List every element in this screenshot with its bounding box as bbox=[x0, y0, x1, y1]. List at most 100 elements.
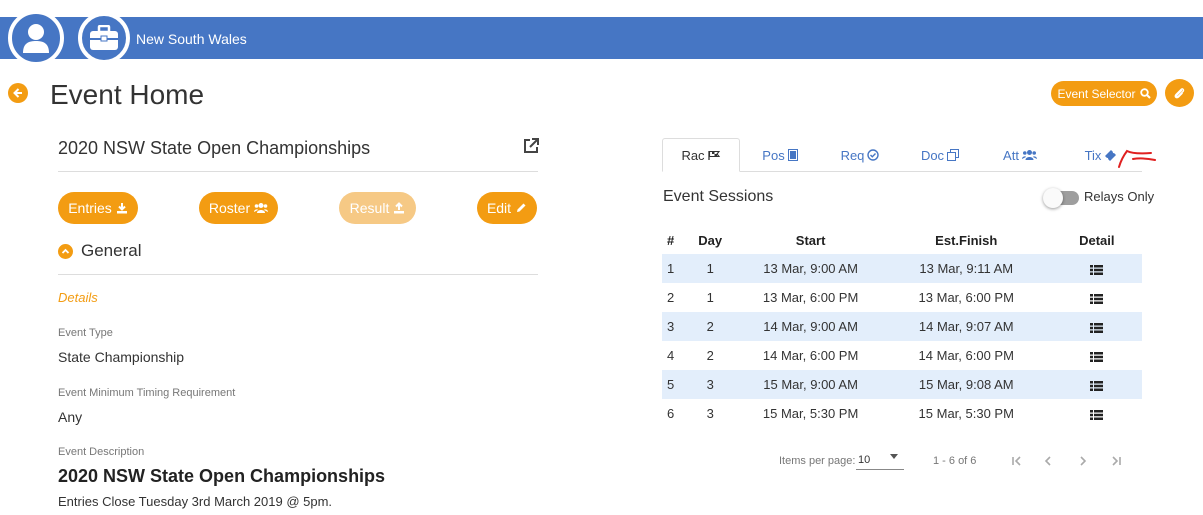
edit-button[interactable]: Edit bbox=[477, 192, 537, 224]
general-heading: General bbox=[81, 241, 142, 260]
items-per-page-label: Items per page: bbox=[779, 455, 856, 467]
first-page-icon bbox=[1012, 456, 1021, 466]
session-finish: 13 Mar, 9:11 AM bbox=[880, 254, 1052, 283]
table-row: 4 2 14 Mar, 6:00 PM 14 Mar, 6:00 PM bbox=[662, 341, 1142, 370]
caret-down-icon bbox=[890, 454, 898, 459]
next-page-button[interactable] bbox=[1075, 452, 1091, 470]
session-finish: 15 Mar, 5:30 PM bbox=[918, 406, 1014, 421]
attachments-button[interactable] bbox=[1165, 79, 1194, 107]
session-number: 6 bbox=[667, 406, 675, 421]
tab-label: Doc bbox=[920, 147, 945, 163]
detail-cell bbox=[1051, 312, 1142, 341]
tab-requirements[interactable]: Req bbox=[820, 138, 900, 172]
detail-cell bbox=[1052, 341, 1142, 370]
session-start: 14 Mar, 9:00 AM bbox=[740, 312, 881, 341]
event-name: 2020 NSW State Open Championships bbox=[58, 138, 371, 158]
event-tabs: Rac Pos Req Doc Att Tix bbox=[662, 138, 1142, 172]
session-day: 1 bbox=[706, 290, 714, 305]
toggle-knob bbox=[1043, 188, 1063, 208]
event-selector-button[interactable]: Event Selector bbox=[1051, 81, 1157, 106]
session-finish: 13 Mar, 6:00 PM bbox=[918, 290, 1014, 305]
event-type-label: Event Type bbox=[58, 327, 113, 339]
detail-cell bbox=[1051, 370, 1142, 399]
table-row: 3 2 14 Mar, 9:00 AM 14 Mar, 9:07 AM bbox=[662, 312, 1142, 341]
session-start: 15 Mar, 5:30 PM bbox=[762, 406, 859, 421]
list-icon[interactable] bbox=[1090, 351, 1104, 362]
org-name[interactable]: New South Wales bbox=[136, 31, 247, 47]
user-icon bbox=[23, 24, 49, 53]
result-button[interactable]: Result bbox=[339, 192, 416, 224]
sessions-heading: Event Sessions bbox=[663, 188, 774, 205]
chevron-right-icon bbox=[1080, 456, 1087, 466]
detail-cell bbox=[1052, 399, 1142, 428]
session-day: 2 bbox=[706, 348, 714, 363]
column-header: Start bbox=[795, 233, 826, 248]
roster-label: Roster bbox=[208, 200, 251, 216]
previous-page-button[interactable] bbox=[1040, 452, 1056, 470]
table-row: 5 3 15 Mar, 9:00 AM 15 Mar, 9:08 AM bbox=[662, 370, 1142, 399]
back-button[interactable] bbox=[8, 83, 28, 103]
list-icon[interactable] bbox=[1090, 322, 1104, 333]
session-start: 15 Mar, 9:00 AM bbox=[740, 370, 881, 399]
column-header: Day bbox=[698, 233, 723, 248]
list-icon[interactable] bbox=[1090, 409, 1104, 420]
items-per-page-select[interactable]: 10 bbox=[856, 450, 904, 470]
first-page-button[interactable] bbox=[1009, 452, 1025, 470]
result-label: Result bbox=[349, 200, 390, 216]
tab-label: Pos bbox=[762, 147, 785, 163]
paperclip-icon bbox=[1174, 87, 1185, 98]
user-avatar-button[interactable] bbox=[8, 10, 64, 66]
general-section-toggle[interactable]: General bbox=[58, 241, 141, 261]
divider bbox=[58, 274, 538, 275]
detail-cell bbox=[1051, 254, 1142, 283]
tab-label: Tix bbox=[1084, 147, 1102, 163]
page-title: Event Home bbox=[50, 79, 205, 110]
description-label: Event Description bbox=[58, 446, 145, 458]
session-finish: 14 Mar, 6:00 PM bbox=[918, 348, 1014, 363]
list-icon[interactable] bbox=[1090, 264, 1104, 275]
session-number: 4 bbox=[667, 348, 675, 363]
pencil-icon bbox=[517, 203, 526, 212]
briefcase-icon bbox=[90, 25, 118, 50]
list-icon[interactable] bbox=[1090, 380, 1104, 391]
session-start: 13 Mar, 9:00 AM bbox=[740, 254, 881, 283]
session-day: 2 bbox=[680, 312, 741, 341]
detail-cell bbox=[1052, 283, 1142, 312]
session-day: 3 bbox=[680, 370, 741, 399]
external-link-icon[interactable] bbox=[522, 137, 540, 155]
description-title: 2020 NSW State Open Championships bbox=[58, 466, 386, 486]
tab-attendance[interactable]: Att bbox=[980, 138, 1060, 172]
session-number: 3 bbox=[662, 312, 681, 341]
edit-label: Edit bbox=[486, 200, 512, 216]
search-icon bbox=[1139, 88, 1151, 99]
tab-label: Req bbox=[840, 147, 865, 163]
divider bbox=[58, 171, 538, 172]
annotation-scribble bbox=[1118, 149, 1156, 168]
session-number: 5 bbox=[662, 370, 681, 399]
session-start: 13 Mar, 6:00 PM bbox=[762, 290, 859, 305]
list-icon[interactable] bbox=[1090, 293, 1104, 304]
users-icon bbox=[1021, 150, 1037, 160]
tab-positions[interactable]: Pos bbox=[740, 138, 820, 172]
briefcase-button[interactable] bbox=[78, 12, 130, 64]
session-finish: 15 Mar, 9:08 AM bbox=[880, 370, 1052, 399]
table-row: 2 1 13 Mar, 6:00 PM 13 Mar, 6:00 PM bbox=[662, 283, 1142, 312]
check-circle-icon bbox=[867, 149, 880, 161]
table-header-row: # Day Start Est.Finish Detail bbox=[662, 227, 1142, 254]
entries-button[interactable]: Entries bbox=[58, 192, 138, 224]
last-page-button[interactable] bbox=[1108, 452, 1124, 470]
download-icon bbox=[116, 203, 127, 214]
entries-label: Entries bbox=[68, 200, 112, 216]
arrow-left-icon bbox=[13, 88, 22, 98]
session-day: 1 bbox=[680, 254, 741, 283]
table-row: 1 1 13 Mar, 9:00 AM 13 Mar, 9:11 AM bbox=[662, 254, 1142, 283]
column-header: # bbox=[667, 233, 675, 248]
tab-documents[interactable]: Doc bbox=[900, 138, 980, 172]
items-per-page-value: 10 bbox=[858, 454, 871, 466]
roster-button[interactable]: Roster bbox=[199, 192, 278, 224]
tab-label: Rac bbox=[681, 147, 705, 163]
session-day: 3 bbox=[706, 406, 714, 421]
tab-races[interactable]: Rac bbox=[662, 138, 740, 172]
flag-icon bbox=[707, 150, 720, 160]
relays-only-toggle[interactable] bbox=[1043, 188, 1079, 208]
